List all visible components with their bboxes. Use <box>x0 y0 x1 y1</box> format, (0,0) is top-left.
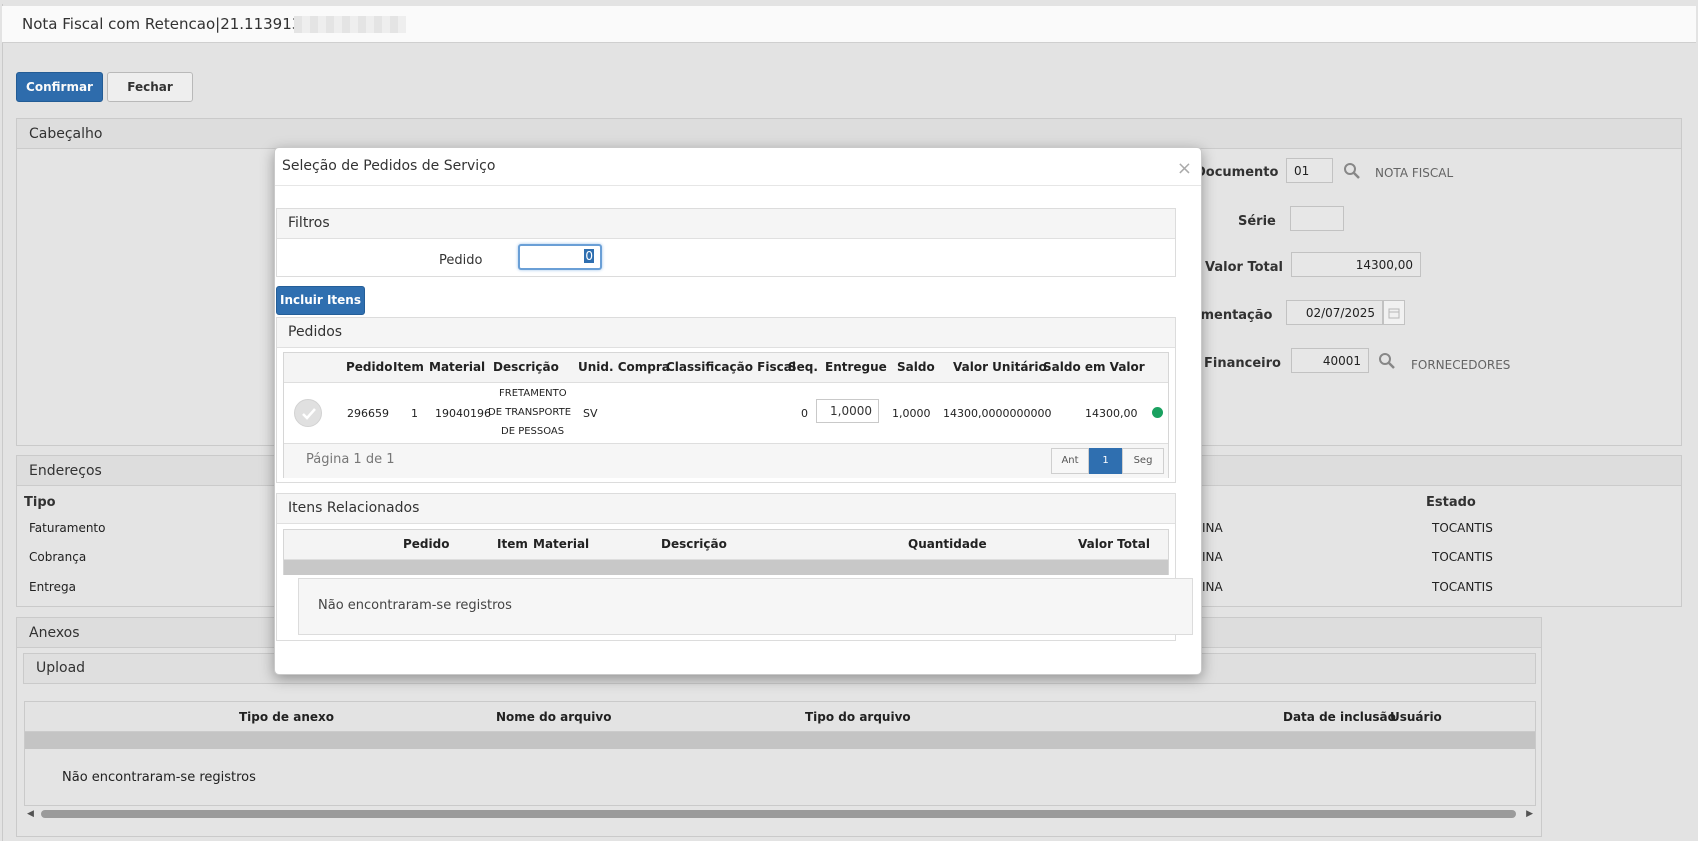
select-row-checkbox[interactable] <box>294 399 322 427</box>
row-pedido: 296659 <box>347 407 389 420</box>
itens-empty-message: Não encontraram-se registros <box>318 598 512 613</box>
col-material: Material <box>429 360 486 374</box>
row-saldo: 1,0000 <box>892 407 931 420</box>
row-material: 19040196 <box>435 407 491 420</box>
col-descricao: Descrição <box>493 360 559 374</box>
col-itens-material: Material <box>533 537 590 551</box>
pager-current-page[interactable]: 1 <box>1089 448 1122 474</box>
col-itens-descricao: Descrição <box>661 537 727 551</box>
pedido-filter-value: 0 <box>584 249 594 263</box>
close-icon[interactable]: × <box>1177 158 1192 179</box>
filtros-title: Filtros <box>288 215 330 231</box>
incluir-itens-button[interactable]: Incluir Itens <box>276 286 365 315</box>
col-unid-compra: Unid. Compra <box>578 360 670 374</box>
col-seq: Seq. <box>788 360 818 374</box>
col-itens-item: Item <box>497 537 528 551</box>
pedido-filter-input[interactable]: 0 <box>518 244 602 270</box>
pager-next-button[interactable]: Seg <box>1122 448 1164 474</box>
col-itens-pedido: Pedido <box>403 537 450 551</box>
col-itens-valor-total: Valor Total <box>1078 537 1150 551</box>
itens-grid <box>283 529 1169 575</box>
check-icon <box>302 408 316 420</box>
pedidos-grid-footer <box>284 443 1168 478</box>
row-descricao-line1: FRETAMENTO <box>499 388 567 399</box>
entregue-input[interactable]: 1,0000 <box>816 399 879 423</box>
status-indicator <box>1152 407 1163 418</box>
col-saldo: Saldo <box>897 360 935 374</box>
pedidos-header: Pedidos <box>277 318 1175 348</box>
col-classificacao-fiscal: Classificação Fiscal <box>666 360 796 374</box>
row-item: 1 <box>411 407 418 420</box>
row-valor-unitario: 14300,0000000000 <box>943 407 1052 420</box>
row-saldo-valor: 14300,00 <box>1085 407 1138 420</box>
pager-prev-button[interactable]: Ant <box>1051 448 1089 474</box>
modal-divider <box>275 185 1201 186</box>
filtros-header: Filtros <box>277 209 1175 239</box>
pagination-text: Página 1 de 1 <box>306 452 395 467</box>
selecao-pedidos-modal: Seleção de Pedidos de Serviço × Filtros … <box>274 147 1202 675</box>
row-descricao-line3: DE PESSOAS <box>501 426 565 437</box>
pedidos-title: Pedidos <box>288 324 343 340</box>
col-itens-quantidade: Quantidade <box>908 537 987 551</box>
col-pedido: Pedido <box>346 360 393 374</box>
col-entregue: Entregue <box>825 360 887 374</box>
modal-title: Seleção de Pedidos de Serviço <box>282 158 496 174</box>
pedido-filter-label: Pedido <box>439 253 483 268</box>
pedidos-panel: Pedidos <box>276 317 1176 483</box>
col-valor-unitario: Valor Unitário <box>953 360 1047 374</box>
col-item: Item <box>393 360 424 374</box>
itens-empty-box: Não encontraram-se registros <box>298 578 1193 635</box>
filtros-panel: Filtros Pedido 0 <box>276 208 1176 277</box>
row-seq: 0 <box>801 407 808 420</box>
itens-relacionados-header: Itens Relacionados <box>277 494 1175 524</box>
itens-relacionados-title: Itens Relacionados <box>288 500 420 516</box>
col-saldo-em-valor: Saldo em Valor <box>1043 360 1145 374</box>
row-descricao-line2: DE TRANSPORTE <box>488 407 572 418</box>
row-unid: SV <box>583 407 598 420</box>
itens-grid-band <box>284 560 1168 575</box>
